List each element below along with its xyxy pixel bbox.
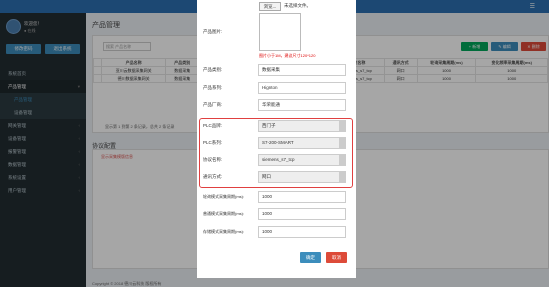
field-input[interactable]: 1000 (258, 191, 346, 203)
form-row: 产品类别: 数据采集 (197, 64, 356, 76)
image-label: 产品图片: (203, 29, 223, 34)
browse-file-button[interactable]: 浏览... (259, 2, 281, 11)
field-input[interactable]: 华荣能通 (258, 99, 346, 111)
field-label: 轮询模式采集周期(ms): (203, 194, 245, 199)
form-row: 轮询模式采集周期(ms): 1000 (197, 191, 356, 203)
image-tip: 图片小于1M，建议尺寸120*120 (259, 53, 316, 58)
field-label: 产品厂商: (203, 102, 223, 107)
field-input[interactable]: 1000 (258, 226, 346, 238)
field-value: Hignton (262, 85, 278, 90)
file-status: 未选择文件。 (284, 3, 311, 8)
highlight-box (199, 118, 353, 188)
field-label: 产品系列: (203, 85, 223, 90)
edit-product-dialog: 浏览... 未选择文件。 产品图片: 图片小于1M，建议尺寸120*120 产品… (197, 0, 356, 278)
cancel-button[interactable]: 取消 (326, 252, 347, 263)
confirm-button[interactable]: 确定 (300, 252, 321, 263)
field-input[interactable]: 1000 (258, 208, 346, 220)
field-value: 1000 (262, 194, 273, 199)
field-label: 普通模式采集周期(ms): (203, 211, 245, 216)
form-row: 存储模式采集周期(ms): 1000 (197, 226, 356, 238)
field-value: 华荣能通 (262, 102, 280, 107)
field-input[interactable]: Hignton (258, 82, 346, 94)
form-row: 产品系列: Hignton (197, 82, 356, 94)
form-row: 普通模式采集周期(ms): 1000 (197, 208, 356, 220)
field-label: 存储模式采集周期(ms): (203, 229, 245, 234)
form-row: 产品厂商: 华荣能通 (197, 99, 356, 111)
field-value: 数据采集 (262, 67, 280, 72)
field-input[interactable]: 数据采集 (258, 64, 346, 76)
image-preview (259, 13, 301, 51)
field-value: 1000 (262, 229, 273, 234)
field-value: 1000 (262, 211, 273, 216)
field-label: 产品类别: (203, 67, 223, 72)
